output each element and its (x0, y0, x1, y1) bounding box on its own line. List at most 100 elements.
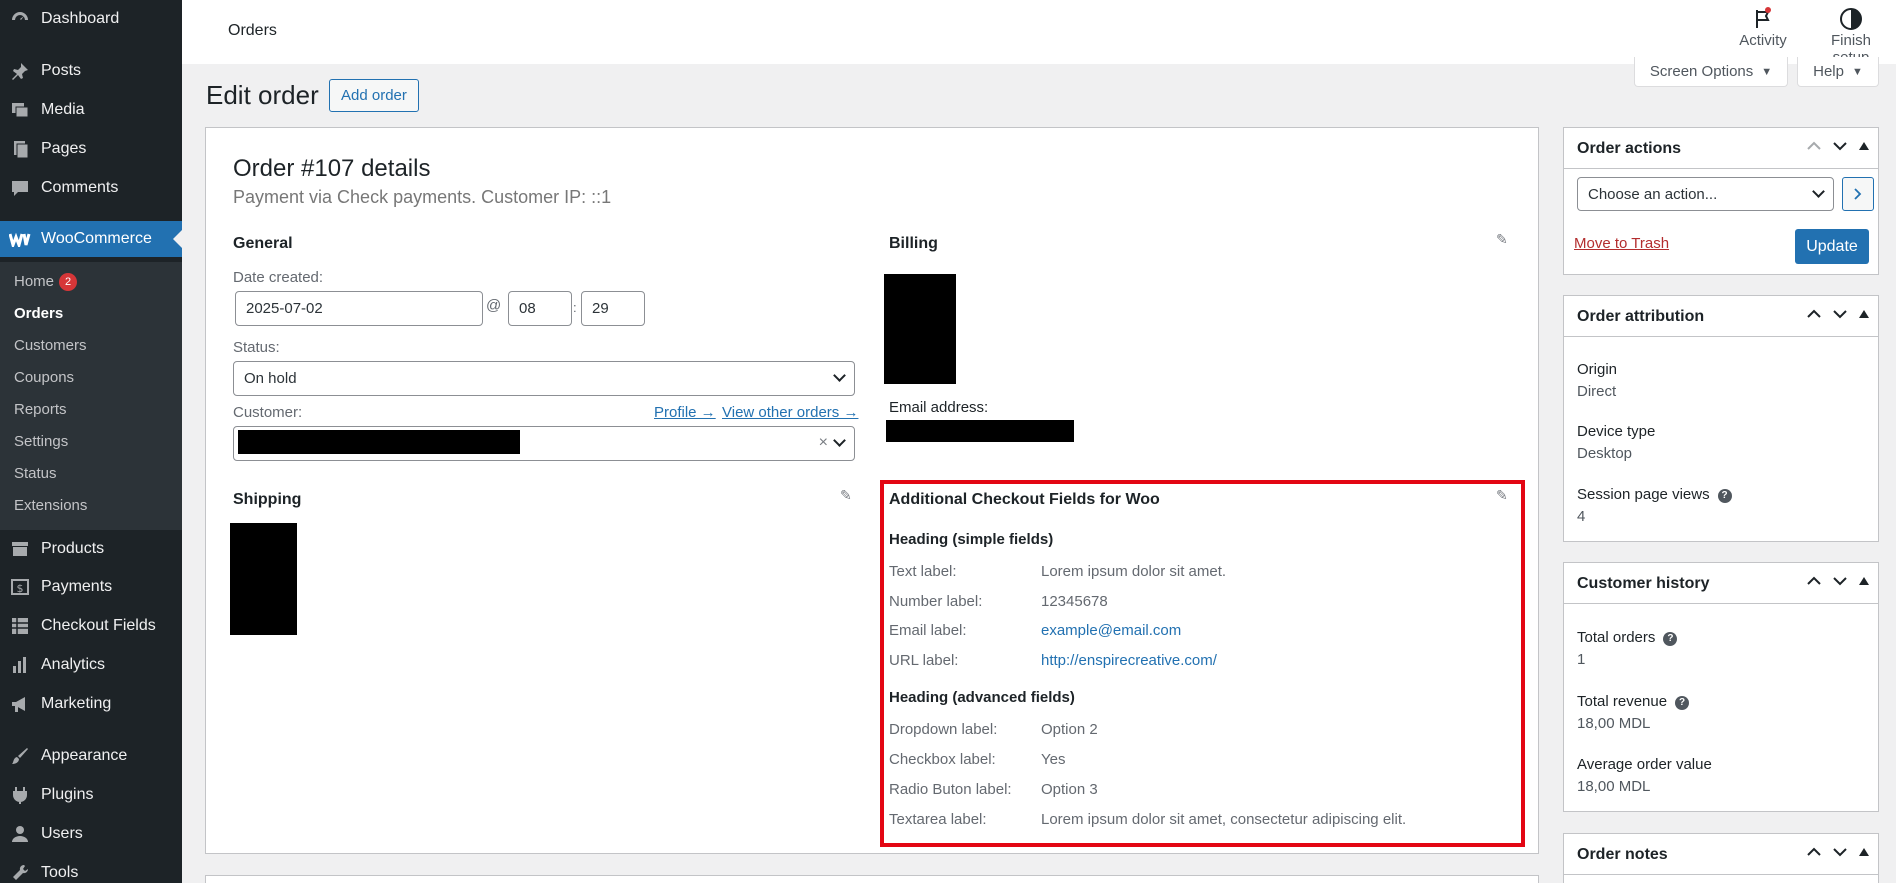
submenu-item-home[interactable]: Home 2 (14, 273, 78, 291)
url-link[interactable]: http://enspirecreative.com/ (1041, 652, 1217, 669)
customer-history-title: Customer history (1577, 575, 1710, 592)
submenu-item-customers[interactable]: Customers (14, 337, 87, 354)
submenu-item-settings[interactable]: Settings (14, 433, 68, 450)
collapse-toggle-icon[interactable] (1858, 575, 1870, 587)
submenu-item-coupons[interactable]: Coupons (14, 369, 74, 386)
session-views-value: 4 (1577, 508, 1586, 525)
sidebar-item-marketing[interactable]: Marketing (0, 686, 182, 722)
sidebar-item-payments[interactable]: $ Payments (0, 569, 182, 605)
order-notes-box: Order notes (1563, 833, 1879, 883)
sidebar-item-label: Payments (41, 578, 113, 595)
date-created-input[interactable]: 2025-07-02 (235, 291, 483, 326)
advanced-fields-heading: Heading (advanced fields) (889, 689, 1075, 706)
sidebar-item-tools[interactable]: Tools (0, 855, 182, 883)
woocommerce-submenu: Home 2 Orders Customers Coupons Reports S… (0, 262, 182, 530)
redacted-customer (238, 430, 520, 454)
sidebar-item-label: Posts (41, 62, 82, 79)
email-link[interactable]: example@email.com (1041, 622, 1181, 639)
order-action-select[interactable]: Choose an action... (1577, 177, 1834, 211)
sidebar-item-products[interactable]: Products (0, 531, 182, 567)
submenu-item-reports[interactable]: Reports (14, 401, 67, 418)
edit-shipping-pencil-icon[interactable]: ✎ (840, 487, 852, 504)
edit-additional-pencil-icon[interactable]: ✎ (1496, 487, 1508, 504)
move-down-icon[interactable] (1832, 138, 1848, 154)
status-select[interactable]: On hold (233, 361, 855, 396)
collapse-toggle-icon[interactable] (1858, 140, 1870, 152)
field-label: Text label: (889, 563, 957, 580)
collapse-toggle-icon[interactable] (1858, 846, 1870, 858)
help-icon[interactable]: ? (1675, 696, 1690, 710)
sidebar-item-label: Dashboard (41, 10, 120, 27)
redacted-shipping-address (230, 523, 297, 635)
top-bar: Orders Activity Finish setup (182, 0, 1896, 66)
field-label: Radio Buton label: (889, 781, 1012, 798)
sidebar-item-label: Analytics (41, 656, 106, 673)
sidebar-item-analytics[interactable]: Analytics (0, 647, 182, 683)
move-down-icon[interactable] (1832, 573, 1848, 589)
screen-options-button[interactable]: Screen Options ▼ (1634, 57, 1788, 87)
sidebar-item-plugins[interactable]: Plugins (0, 777, 182, 813)
field-value: Lorem ipsum dolor sit amet. (1041, 563, 1227, 580)
order-attribution-title: Order attribution (1577, 308, 1705, 325)
field-label: Checkbox label: (889, 751, 996, 768)
origin-value: Direct (1577, 383, 1617, 400)
move-up-icon[interactable] (1806, 138, 1822, 154)
help-label: Help (1813, 63, 1844, 80)
page-heading: Edit order (206, 80, 319, 110)
device-type-label: Device type (1577, 423, 1656, 440)
chevron-right-icon (1854, 188, 1862, 200)
move-down-icon[interactable] (1832, 844, 1848, 860)
sidebar-item-woocommerce[interactable]: WooCommerce (0, 221, 182, 257)
aov-label: Average order value (1577, 756, 1712, 773)
notification-badge: 2 (59, 273, 78, 291)
activity-button[interactable]: Activity (1733, 6, 1793, 49)
wrench-icon (8, 861, 32, 883)
shipping-heading: Shipping (233, 491, 302, 508)
field-value: Lorem ipsum dolor sit amet, consectetur … (1041, 811, 1407, 828)
total-orders-label: Total orders (1577, 629, 1656, 646)
move-to-trash-link[interactable]: Move to Trash (1574, 235, 1669, 252)
clear-icon[interactable]: × (819, 434, 828, 452)
submenu-item-orders[interactable]: Orders (14, 305, 63, 322)
products-icon (8, 537, 32, 561)
status-value: On hold (244, 370, 297, 387)
move-up-icon[interactable] (1806, 306, 1822, 322)
sidebar-item-checkout-fields[interactable]: Checkout Fields (0, 608, 182, 644)
pin-icon (8, 59, 32, 83)
help-icon[interactable]: ? (1663, 632, 1678, 646)
minute-input[interactable]: 29 (581, 291, 645, 326)
update-button[interactable]: Update (1795, 229, 1869, 264)
sidebar-item-posts[interactable]: Posts (0, 53, 182, 89)
sidebar-item-dashboard[interactable]: Dashboard (0, 1, 182, 37)
activity-label: Activity (1739, 32, 1787, 49)
move-down-icon[interactable] (1832, 306, 1848, 322)
payments-icon: $ (8, 575, 32, 599)
sidebar-item-users[interactable]: Users (0, 816, 182, 852)
sidebar-item-media[interactable]: Media (0, 92, 182, 128)
submenu-item-extensions[interactable]: Extensions (14, 497, 87, 514)
sidebar-item-appearance[interactable]: Appearance (0, 738, 182, 774)
billing-heading: Billing (889, 235, 938, 252)
add-order-button[interactable]: Add order (329, 79, 419, 112)
edit-billing-pencil-icon[interactable]: ✎ (1496, 231, 1508, 248)
collapse-toggle-icon[interactable] (1858, 308, 1870, 320)
svg-text:$: $ (17, 582, 24, 595)
field-value: Option 3 (1041, 781, 1098, 798)
hour-input[interactable]: 08 (508, 291, 572, 326)
move-up-icon[interactable] (1806, 573, 1822, 589)
order-title: Order #107 details (233, 155, 431, 182)
progress-circle-icon (1811, 6, 1891, 32)
help-button[interactable]: Help ▼ (1797, 57, 1879, 87)
sidebar-item-comments[interactable]: Comments (0, 170, 182, 206)
help-icon[interactable]: ? (1717, 489, 1732, 503)
date-created-label: Date created: (233, 269, 324, 286)
submenu-item-status[interactable]: Status (14, 465, 57, 482)
total-orders-row: Total orders? (1577, 629, 1678, 646)
move-up-icon[interactable] (1806, 844, 1822, 860)
view-other-orders-link[interactable]: View other orders → (722, 404, 858, 421)
customer-profile-link[interactable]: Profile → (654, 404, 716, 421)
apply-action-button[interactable] (1842, 177, 1874, 211)
woocommerce-icon (8, 227, 32, 251)
chevron-down-icon (833, 369, 846, 382)
sidebar-item-pages[interactable]: Pages (0, 131, 182, 167)
